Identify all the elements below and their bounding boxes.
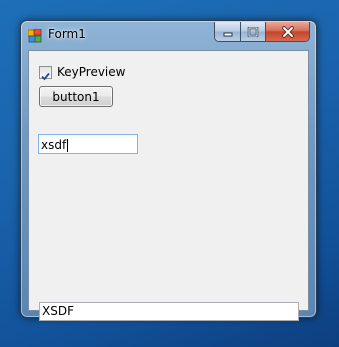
caption-buttons (214, 22, 310, 42)
keypreview-checkbox-row[interactable]: KeyPreview (39, 64, 125, 80)
app-icon[interactable] (27, 28, 42, 43)
textbox1-value: xsdf (41, 138, 67, 152)
keypreview-checkbox[interactable] (39, 65, 52, 80)
button1[interactable]: button1 (39, 86, 113, 107)
title-bar[interactable]: Form1 (21, 21, 316, 49)
minimize-icon (223, 32, 232, 36)
close-icon (281, 25, 294, 38)
textbox2-value: XSDF (42, 304, 74, 318)
desktop-background: Form1 KeyPreview button1 xsdf XSDF (0, 0, 339, 347)
form1-window: Form1 KeyPreview button1 xsdf XSDF (20, 20, 317, 321)
form-client-area: KeyPreview button1 xsdf XSDF (28, 50, 309, 321)
checkmark-icon (41, 72, 50, 80)
maximize-icon (247, 26, 259, 37)
minimize-button[interactable] (215, 22, 241, 41)
window-title: Form1 (48, 27, 86, 41)
maximize-button[interactable] (241, 22, 266, 41)
textbox1[interactable]: xsdf (38, 134, 138, 154)
keypreview-label: KeyPreview (57, 65, 126, 79)
close-button[interactable] (266, 22, 309, 41)
textbox2[interactable]: XSDF (39, 302, 299, 321)
text-caret (67, 138, 69, 152)
